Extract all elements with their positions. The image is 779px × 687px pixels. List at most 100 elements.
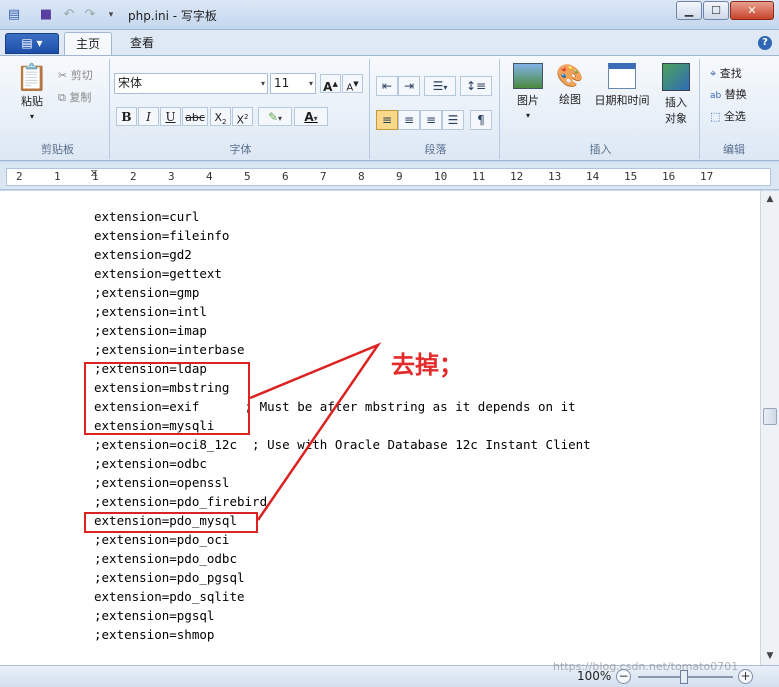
ruler-tick-label: 10 bbox=[434, 170, 448, 183]
binoculars-icon: ⌖ bbox=[710, 67, 717, 80]
window-title: php.ini - 写字板 bbox=[128, 9, 217, 23]
document-line[interactable]: ;extension=gmp bbox=[94, 283, 199, 302]
scroll-thumb[interactable] bbox=[763, 408, 777, 425]
find-button[interactable]: ⌖ 查找 bbox=[710, 65, 742, 81]
picture-icon bbox=[513, 63, 543, 89]
increase-indent-button[interactable]: ⇥ bbox=[398, 76, 420, 96]
document-line[interactable]: ;extension=intl bbox=[94, 302, 207, 321]
customize-quick-access-icon[interactable]: ▾ bbox=[103, 7, 119, 23]
font-color-button[interactable]: A▾ bbox=[294, 107, 328, 126]
save-icon[interactable]: ■ bbox=[38, 7, 54, 23]
document-line[interactable]: ;extension=pgsql bbox=[94, 606, 214, 625]
document-line[interactable]: extension=gettext bbox=[94, 264, 222, 283]
bullet-list-icon: ☰ bbox=[432, 79, 444, 93]
paragraph-settings-button[interactable]: ¶ bbox=[470, 110, 492, 130]
edit-group-label: 编辑 bbox=[723, 143, 745, 156]
edit-group: ⌖ 查找 ab 替换 ⬚ 全选 编辑 bbox=[702, 59, 766, 159]
align-left-button[interactable]: ≡ bbox=[376, 110, 398, 130]
shrink-font-button[interactable]: A▼ bbox=[342, 74, 363, 93]
align-center-icon: ≡ bbox=[403, 113, 415, 127]
font-size-select[interactable]: 11 ▾ bbox=[270, 73, 316, 94]
list-button[interactable]: ☰▾ bbox=[424, 76, 456, 96]
datetime-label: 日期和时间 bbox=[594, 94, 650, 107]
bold-button[interactable]: B bbox=[116, 107, 137, 126]
ruler-strip[interactable] bbox=[6, 168, 771, 186]
justify-button[interactable]: ☰ bbox=[442, 110, 464, 130]
outdent-icon: ⇤ bbox=[381, 79, 393, 93]
document-line[interactable]: ;extension=pdo_firebird bbox=[94, 492, 267, 511]
indent-marker-icon[interactable]: ⧖ bbox=[89, 168, 99, 187]
underline-button[interactable]: U bbox=[160, 107, 181, 126]
copy-icon: ⧉ bbox=[58, 91, 66, 104]
chevron-down-icon: ▾ bbox=[260, 79, 265, 88]
app-icon: ▤ bbox=[7, 7, 21, 22]
document-line[interactable]: ;extension=openssl bbox=[94, 473, 229, 492]
paint-drawing-button[interactable]: 🎨 绘图 bbox=[552, 63, 588, 107]
subscript-button[interactable]: X2 bbox=[210, 107, 231, 126]
document-line[interactable]: extension=fileinfo bbox=[94, 226, 229, 245]
chevron-down-icon: ▾ bbox=[525, 111, 530, 120]
font-group: 宋体 ▾ 11 ▾ A▲ A▼ B I U abc X2 X2 ✎▾ A▾ 字体 bbox=[112, 59, 370, 159]
document-line[interactable]: ;extension=odbc bbox=[94, 454, 207, 473]
align-right-icon: ≡ bbox=[425, 113, 437, 127]
align-right-button[interactable]: ≡ bbox=[420, 110, 442, 130]
undo-icon[interactable]: ↶ bbox=[61, 7, 77, 23]
vertical-scrollbar[interactable]: ▲ ▼ bbox=[760, 191, 779, 665]
maximize-button[interactable]: ☐ bbox=[703, 1, 729, 20]
replace-button[interactable]: ab 替换 bbox=[710, 86, 747, 102]
document-line[interactable]: ;extension=oci8_12c ; Use with Oracle Da… bbox=[94, 435, 591, 454]
ruler-tick-label: 16 bbox=[662, 170, 676, 183]
tab-home[interactable]: 主页 bbox=[64, 32, 112, 56]
font-color-icon: A bbox=[304, 110, 314, 124]
file-menu-button[interactable]: ▤ ▾ bbox=[5, 33, 59, 54]
copy-button[interactable]: ⧉ 复制 bbox=[58, 89, 91, 105]
document-line[interactable]: extension=gd2 bbox=[94, 245, 192, 264]
insert-group: 图片 ▾ 🎨 绘图 日期和时间 插入 对象 插入 bbox=[502, 59, 700, 159]
font-family-select[interactable]: 宋体 ▾ bbox=[114, 73, 268, 94]
document-line[interactable]: ;extension=pdo_pgsql bbox=[94, 568, 245, 587]
ruler-tick-label: 2 bbox=[130, 170, 137, 183]
decrease-indent-button[interactable]: ⇤ bbox=[376, 76, 398, 96]
document-line[interactable]: ;extension=pdo_odbc bbox=[94, 549, 237, 568]
insert-picture-button[interactable]: 图片 ▾ bbox=[508, 63, 548, 121]
clipboard-icon: 📋 bbox=[15, 63, 49, 93]
scroll-down-icon[interactable]: ▼ bbox=[761, 648, 779, 665]
close-button[interactable]: ✕ bbox=[730, 1, 774, 20]
superscript-button[interactable]: X2 bbox=[232, 107, 253, 127]
zoom-in-icon[interactable]: + bbox=[738, 669, 753, 684]
tab-view[interactable]: 查看 bbox=[118, 32, 166, 56]
grow-font-button[interactable]: A▲ bbox=[320, 74, 341, 94]
document-line[interactable]: extension=pdo_sqlite bbox=[94, 587, 245, 606]
help-icon[interactable]: ? bbox=[758, 36, 772, 50]
document-line[interactable]: ;extension=shmop bbox=[94, 625, 214, 644]
scroll-up-icon[interactable]: ▲ bbox=[761, 191, 779, 208]
strikethrough-button[interactable]: abc bbox=[182, 107, 208, 126]
ruler-tick-label: 9 bbox=[396, 170, 403, 183]
clipboard-group: 📋 粘贴 ▾ ✂ 剪切 ⧉ 复制 剪贴板 bbox=[6, 59, 110, 159]
ruler-tick-label: 4 bbox=[206, 170, 213, 183]
cut-button[interactable]: ✂ 剪切 bbox=[58, 67, 93, 83]
document-line[interactable]: ;extension=interbase bbox=[94, 340, 245, 359]
paragraph-icon: ¶ bbox=[477, 113, 485, 127]
paste-button[interactable]: 📋 粘贴 ▾ bbox=[14, 63, 50, 129]
align-center-button[interactable]: ≡ bbox=[398, 110, 420, 130]
line-spacing-button[interactable]: ↕≡ bbox=[460, 76, 492, 96]
ruler-tick-label: 11 bbox=[472, 170, 486, 183]
scissors-icon: ✂ bbox=[58, 69, 68, 82]
document-line[interactable]: ;extension=imap bbox=[94, 321, 207, 340]
italic-button[interactable]: I bbox=[138, 107, 159, 126]
annotation-box-ldap-mysqli bbox=[84, 362, 250, 435]
copy-label: 复制 bbox=[69, 91, 92, 104]
redo-icon[interactable]: ↷ bbox=[82, 7, 98, 23]
document-line[interactable]: extension=curl bbox=[94, 207, 199, 226]
select-all-button[interactable]: ⬚ 全选 bbox=[710, 108, 746, 124]
date-time-button[interactable]: 日期和时间 bbox=[590, 63, 654, 108]
paste-label: 粘贴 bbox=[21, 95, 43, 108]
palette-icon: 🎨 bbox=[556, 64, 584, 89]
ruler-tick-label: 13 bbox=[548, 170, 562, 183]
highlight-color-button[interactable]: ✎▾ bbox=[258, 107, 292, 126]
minimize-button[interactable]: ▁ bbox=[676, 1, 702, 20]
ruler-tick-label: 8 bbox=[358, 170, 365, 183]
ruler-tick-label: 17 bbox=[700, 170, 714, 183]
insert-object-button[interactable]: 插入 对象 bbox=[656, 63, 696, 126]
